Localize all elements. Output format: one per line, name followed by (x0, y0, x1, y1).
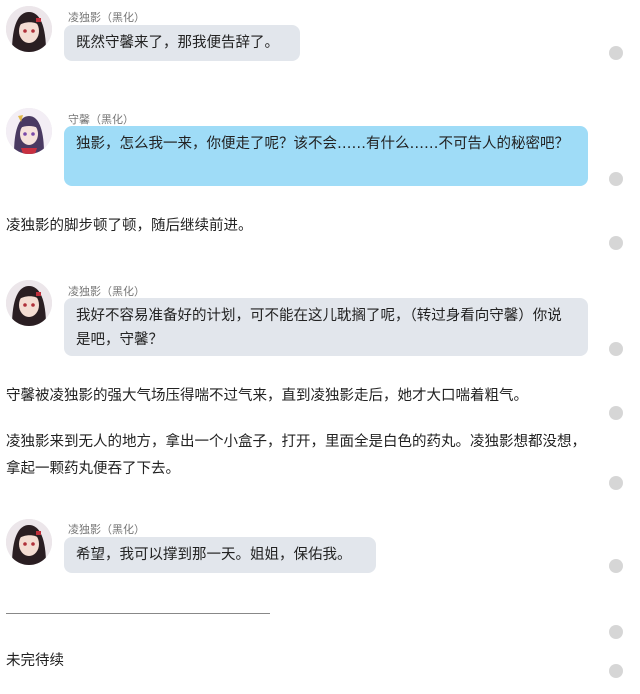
scroll-dot[interactable] (609, 476, 623, 490)
scroll-dot[interactable] (609, 559, 623, 573)
scroll-dot[interactable] (609, 236, 623, 250)
continued-text: 未完待续 (6, 653, 64, 669)
scroll-dot[interactable] (609, 664, 623, 678)
chat-bubble: 希望，我可以撑到那一天。姐姐，保佑我。 (64, 537, 376, 573)
chat-bubble: 独影，怎么我一来，你便走了呢？该不会……有什么……不可告人的秘密吧？ (64, 126, 588, 186)
chat-bubble: 既然守馨来了，那我便告辞了。 (64, 25, 300, 61)
scroll-dot[interactable] (609, 172, 623, 186)
speaker-name: 凌独影（黑化） (68, 524, 145, 536)
speaker-name: 凌独影（黑化） (68, 286, 145, 298)
avatar[interactable] (6, 6, 52, 52)
narration-text: 守馨被凌独影的强大气场压得喘不过气来，直到凌独影走后，她才大口喘着粗气。 (6, 388, 528, 404)
divider-line (6, 613, 270, 614)
chat-bubble: 我好不容易准备好的计划，可不能在这儿耽搁了呢，（转过身看向守馨）你说是吧，守馨？ (64, 298, 588, 356)
scroll-dot[interactable] (609, 625, 623, 639)
avatar[interactable] (6, 519, 52, 565)
narration-text: 凌独影的脚步顿了顿，随后继续前进。 (6, 218, 253, 234)
speaker-name: 凌独影（黑化） (68, 12, 145, 24)
scroll-dot[interactable] (609, 406, 623, 420)
narration-text: 凌独影来到无人的地方，拿出一个小盒子，打开，里面全是白色的药丸。凌独影想都没想，… (6, 434, 586, 477)
scroll-dot[interactable] (609, 342, 623, 356)
avatar[interactable] (6, 280, 52, 326)
speaker-name: 守馨（黑化） (68, 114, 134, 126)
scroll-dot[interactable] (609, 46, 623, 60)
avatar[interactable] (6, 108, 52, 154)
